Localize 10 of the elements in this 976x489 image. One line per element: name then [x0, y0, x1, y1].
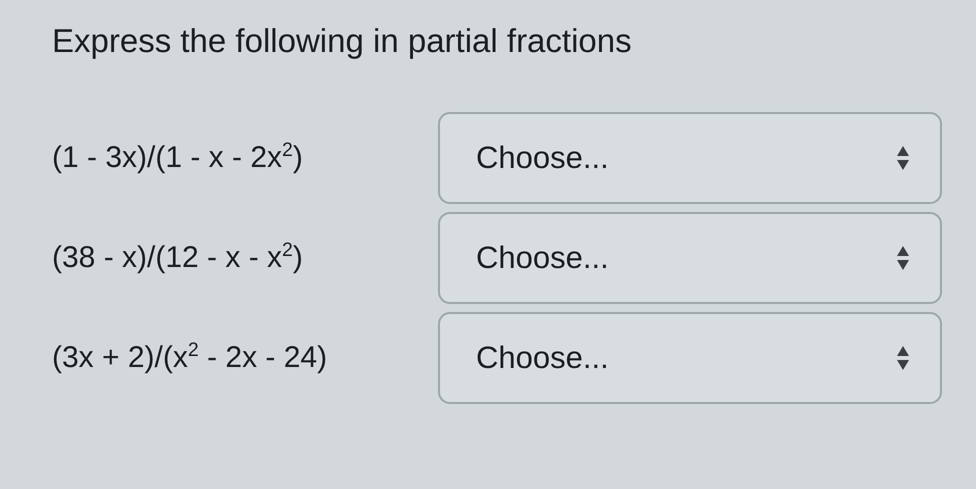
- up-down-arrow-icon: [896, 345, 910, 371]
- expression-text: (38 - x)/(12 - x - x$^{2}$): [52, 238, 304, 276]
- up-down-arrow-icon: [896, 245, 910, 271]
- answer-dropdown[interactable]: Choose...: [438, 212, 942, 304]
- answer-dropdown[interactable]: Choose...: [438, 112, 942, 204]
- expression-text: (3x + 2)/(x$^{2}$ - 2x - 24): [52, 338, 328, 376]
- expression-text: (1 - 3x)/(1 - x - 2x$^{2}$): [52, 138, 304, 176]
- answer-dropdown[interactable]: Choose...: [438, 312, 942, 404]
- up-down-arrow-icon: [896, 145, 910, 171]
- question-title: Express the following in partial fractions: [52, 22, 633, 60]
